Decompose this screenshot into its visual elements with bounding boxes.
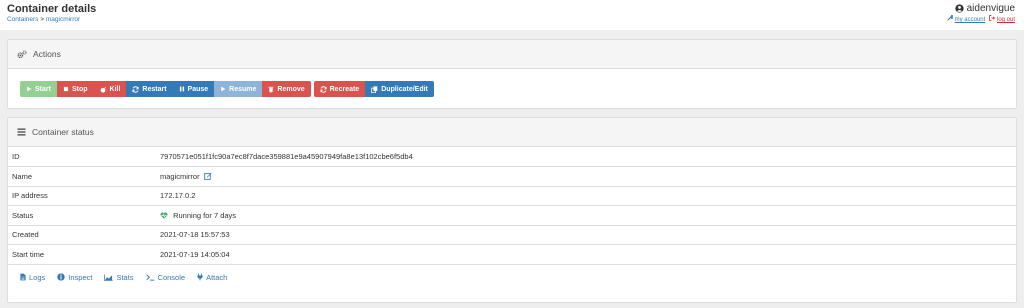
stop-icon <box>63 86 69 92</box>
lifecycle-button-group: Start Stop Kill Restart Pause Resume Rem… <box>20 81 311 97</box>
actions-panel: Actions Start Stop Kill Restart Pause Re… <box>7 39 1017 109</box>
status-cell: Running for 7 days <box>160 205 1016 225</box>
play-icon <box>220 86 226 92</box>
info-circle-icon <box>57 273 65 281</box>
user-links: my account log out <box>947 15 1015 23</box>
stats-link-label: Stats <box>116 272 134 282</box>
kill-button-label: Kill <box>109 85 121 93</box>
inspect-link[interactable]: Inspect <box>57 273 92 282</box>
container-status-heading-label: Container status <box>32 127 94 137</box>
table-row-created: Created 2021-07-18 15:57:53 <box>8 224 1016 245</box>
container-status-table: ID 7970571e051f1fc90a7ec8f7dace359881e9a… <box>8 147 1016 265</box>
duplicate-edit-button-label: Duplicate/Edit <box>381 85 428 93</box>
container-status-heading: Container status <box>8 118 1016 147</box>
logs-link[interactable]: Logs <box>20 273 45 282</box>
table-row-status: Status Running for 7 days <box>8 205 1016 225</box>
name-value: magicmirror <box>160 171 200 181</box>
console-link[interactable]: Console <box>145 272 186 282</box>
breadcrumb-containers-link[interactable]: Containers <box>7 16 38 23</box>
remove-button[interactable]: Remove <box>262 81 311 97</box>
console-link-label: Console <box>157 272 186 282</box>
name-cell: magicmirror <box>160 166 1016 186</box>
log-out-link[interactable]: log out <box>989 15 1015 23</box>
user-name: aidenvigue <box>966 3 1015 14</box>
stop-button-label: Stop <box>71 85 88 93</box>
table-row-name: Name magicmirror <box>8 166 1016 186</box>
start-time-value: 2021-07-19 14:05:04 <box>160 244 1016 265</box>
plug-icon <box>197 273 203 281</box>
table-row-id: ID 7970571e051f1fc90a7ec8f7dace359881e9a… <box>8 147 1016 167</box>
start-button[interactable]: Start <box>20 81 57 97</box>
resume-button-label: Resume <box>229 85 257 93</box>
ip-value: 172.17.0.2 <box>160 185 1016 206</box>
created-value: 2021-07-18 15:57:53 <box>160 224 1016 245</box>
trash-icon <box>268 86 274 93</box>
area-chart-icon <box>104 274 114 281</box>
file-text-icon <box>20 273 26 281</box>
logs-link-label: Logs <box>29 272 46 282</box>
copy-icon <box>371 85 378 93</box>
page-title: Container details <box>7 3 97 15</box>
container-links: Logs Inspect Stats Console Attach <box>8 273 1016 282</box>
attach-link-label: Attach <box>206 272 228 282</box>
recreate-button-label: Recreate <box>329 85 360 93</box>
terminal-icon <box>145 274 155 281</box>
pause-button-label: Pause <box>187 85 209 93</box>
breadcrumb-current[interactable]: magicmirror <box>46 16 80 23</box>
inspect-link-label: Inspect <box>68 272 93 282</box>
restart-button[interactable]: Restart <box>126 81 173 97</box>
play-icon <box>26 86 32 92</box>
cogs-icon <box>17 49 27 59</box>
status-label: Status <box>8 205 160 225</box>
breadcrumb-separator: > <box>40 16 45 23</box>
ip-label: IP address <box>8 185 160 206</box>
id-label: ID <box>12 152 20 161</box>
start-button-label: Start <box>35 85 51 93</box>
pause-icon <box>179 86 185 92</box>
created-label: Created <box>8 224 160 245</box>
remove-button-label: Remove <box>277 85 305 93</box>
action-buttons: Start Stop Kill Restart Pause Resume Rem… <box>20 81 437 97</box>
pause-button[interactable]: Pause <box>172 81 215 97</box>
refresh-icon <box>132 85 139 93</box>
my-account-link[interactable]: my account <box>947 15 985 23</box>
table-row-ip: IP address 172.17.0.2 <box>8 185 1016 206</box>
page-header: Container details Containers > magicmirr… <box>0 0 1024 30</box>
stop-button[interactable]: Stop <box>56 81 94 97</box>
bomb-icon <box>100 86 107 93</box>
user-circle-icon <box>954 4 964 13</box>
resume-button[interactable]: Resume <box>214 81 263 97</box>
recreate-button[interactable]: Recreate <box>313 81 366 97</box>
list-icon <box>17 128 26 136</box>
id-value: 7970571e051f1fc90a7ec8f7dace359881e9a459… <box>160 152 413 161</box>
container-status-panel: Container status ID 7970571e051f1fc90a7e… <box>7 117 1017 303</box>
edit-icon[interactable] <box>203 172 212 180</box>
breadcrumb: Containers > magicmirror <box>7 16 80 23</box>
sign-out-icon <box>989 15 996 21</box>
restart-button-label: Restart <box>142 85 167 93</box>
wrench-icon <box>947 15 953 21</box>
recreate-button-group: Recreate Duplicate/Edit <box>313 81 434 97</box>
duplicate-edit-button[interactable]: Duplicate/Edit <box>365 81 434 97</box>
status-value: Running for 7 days <box>173 210 237 220</box>
actions-heading-label: Actions <box>33 49 61 59</box>
my-account-label: my account <box>954 17 986 23</box>
kill-button[interactable]: Kill <box>93 81 127 97</box>
table-row-start-time: Start time 2021-07-19 14:05:04 <box>8 244 1016 265</box>
stats-link[interactable]: Stats <box>104 272 134 282</box>
attach-link[interactable]: Attach <box>197 273 227 282</box>
heartbeat-icon <box>160 212 168 219</box>
user-menu[interactable]: aidenvigue <box>947 3 1015 14</box>
user-box: aidenvigue my account log out <box>947 3 1015 23</box>
start-time-label: Start time <box>8 244 160 265</box>
refresh-icon <box>320 85 327 93</box>
log-out-label: log out <box>996 17 1015 23</box>
name-label: Name <box>8 166 160 186</box>
actions-heading: Actions <box>8 40 1016 69</box>
